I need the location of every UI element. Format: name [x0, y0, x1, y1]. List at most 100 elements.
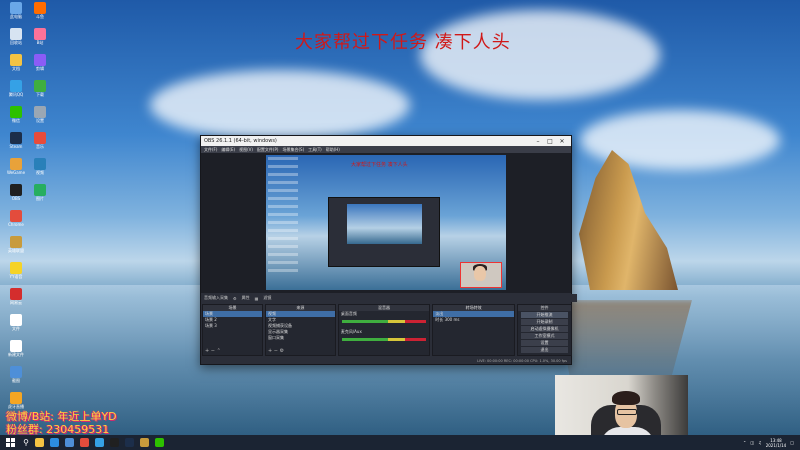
- desktop-icon[interactable]: WeGame: [4, 158, 28, 184]
- network-icon[interactable]: ◫: [750, 440, 754, 445]
- search-icon[interactable]: ⚲: [20, 435, 32, 450]
- desktop-app-icon: [34, 54, 46, 66]
- desktop-app-icon: [10, 210, 22, 222]
- menu-help[interactable]: 帮助(H): [326, 147, 340, 153]
- taskbar-clock[interactable]: 13:48 2021/1/14: [766, 438, 787, 448]
- add-icon[interactable]: +: [268, 348, 272, 354]
- desktop-icon[interactable]: 文件: [4, 314, 28, 340]
- desktop-app-icon: [10, 54, 22, 66]
- desktop-icon[interactable]: 斗鱼: [28, 2, 52, 28]
- close-button[interactable]: ✕: [556, 138, 568, 145]
- desktop-icon-label: Steam: [9, 144, 23, 149]
- minimize-button[interactable]: –: [532, 138, 544, 145]
- chevron-up-icon[interactable]: ⌃: [743, 440, 746, 445]
- desktop-icon[interactable]: B站: [28, 28, 52, 54]
- taskbar-app-chrome[interactable]: [77, 435, 92, 450]
- taskbar-app-steam[interactable]: [122, 435, 137, 450]
- windows-logo-icon: [5, 438, 15, 447]
- desktop-icon[interactable]: 此电脑: [4, 2, 28, 28]
- desktop-icon[interactable]: 下载: [28, 80, 52, 106]
- wallpaper-cloud: [420, 10, 660, 100]
- desktop-icon[interactable]: Chrome: [4, 210, 28, 236]
- up-icon[interactable]: ⌃: [217, 348, 221, 354]
- transition-duration[interactable]: 时长 300 ms: [433, 317, 514, 323]
- desktop-icon-grid: 此电脑 回收站 文档 腾讯QQ 微信 Steam WeGame OBS Chrome 英雄联盟 YY…: [0, 0, 140, 425]
- notification-icon[interactable]: □: [790, 440, 794, 445]
- source-item[interactable]: 窗口采集: [266, 335, 335, 341]
- chrome-icon: [80, 438, 89, 447]
- desktop-app-icon: [34, 28, 46, 40]
- controls-dock-title: 控件: [517, 305, 571, 311]
- preview-nested-canvas: [347, 204, 422, 244]
- start-button[interactable]: [0, 435, 20, 450]
- menu-view[interactable]: 视图(V): [239, 147, 253, 153]
- desktop-app-icon: [10, 236, 22, 248]
- desktop-app-icon: [10, 158, 22, 170]
- exit-button[interactable]: 退出: [520, 347, 568, 353]
- desktop-icon[interactable]: 图片: [28, 184, 52, 210]
- desktop-app-icon: [10, 314, 22, 326]
- desktop-icon[interactable]: 视频: [28, 158, 52, 184]
- obs-window[interactable]: OBS 26.1.1 (64-bit, windows) – □ ✕ 文件(F)…: [200, 135, 577, 365]
- maximize-button[interactable]: □: [544, 138, 556, 145]
- desktop-app-icon: [10, 80, 22, 92]
- obs-titlebar[interactable]: OBS 26.1.1 (64-bit, windows) – □ ✕: [201, 136, 571, 146]
- desktop-icon[interactable]: OBS: [4, 184, 28, 210]
- start-virtual-camera-button[interactable]: 启动虚拟摄像机: [520, 326, 568, 332]
- settings-button[interactable]: 设置: [520, 340, 568, 346]
- desktop-icon-label: 网易云: [10, 300, 22, 305]
- volume-icon[interactable]: ♫: [758, 440, 762, 445]
- desktop-icon[interactable]: 设置: [28, 106, 52, 132]
- file-explorer-icon: [35, 438, 44, 447]
- gear-icon[interactable]: ⚙: [280, 348, 284, 354]
- desktop-icon[interactable]: 剪辑: [28, 54, 52, 80]
- studio-mode-button[interactable]: 工作室模式: [520, 333, 568, 339]
- desktop-icon[interactable]: 新建文件: [4, 340, 28, 366]
- desktop-app-icon: [10, 366, 22, 378]
- duration-label: 时长: [435, 317, 444, 322]
- menu-file[interactable]: 文件(F): [204, 147, 217, 153]
- filters-button[interactable]: 滤镜: [263, 295, 271, 301]
- desktop-icon[interactable]: Steam: [4, 132, 28, 158]
- properties-button[interactable]: 属性: [242, 295, 250, 301]
- start-recording-button[interactable]: 开始录制: [520, 319, 568, 325]
- taskbar-app-obs[interactable]: [107, 435, 122, 450]
- menu-tools[interactable]: 工具(T): [308, 147, 322, 153]
- preview-webcam-source: [460, 262, 502, 288]
- desktop-app-icon: [10, 184, 22, 196]
- desktop-icon[interactable]: 音乐: [28, 132, 52, 158]
- desktop-icon[interactable]: 腾讯QQ: [4, 80, 28, 106]
- duration-value: 300 ms: [444, 317, 460, 322]
- add-icon[interactable]: +: [205, 348, 209, 354]
- menu-scene-collection[interactable]: 场景集合(S): [282, 147, 304, 153]
- start-streaming-button[interactable]: 开始推流: [520, 312, 568, 318]
- taskbar-app-qq[interactable]: [92, 435, 107, 450]
- desktop-icon[interactable]: 回收站: [4, 28, 28, 54]
- sources-dock: 来源 视频 文字 视频捕获设备 显示器采集 窗口采集 + − ⚙: [265, 304, 336, 356]
- menu-edit[interactable]: 编辑(E): [221, 147, 235, 153]
- taskbar-app-file-explorer[interactable]: [32, 435, 47, 450]
- filter-icon[interactable]: ▦: [255, 296, 259, 301]
- menu-profile[interactable]: 配置文件(P): [257, 147, 279, 153]
- desktop-app-icon: [10, 288, 22, 300]
- obs-preview-canvas[interactable]: 大家帮过下任务 凑下人头: [266, 155, 506, 290]
- mixer-dock: 混音器 桌面音频 麦克风/Aux: [337, 304, 431, 356]
- desktop-icon[interactable]: 网易云: [4, 288, 28, 314]
- remove-icon[interactable]: −: [274, 348, 278, 354]
- taskbar-app-store[interactable]: [62, 435, 77, 450]
- desktop-icon[interactable]: 文档: [4, 54, 28, 80]
- webcam-streamer-glasses: [617, 409, 637, 415]
- desktop-icon[interactable]: YY语音: [4, 262, 28, 288]
- desktop-icon[interactable]: 截图: [4, 366, 28, 392]
- taskbar-app-edge[interactable]: [47, 435, 62, 450]
- desktop-icon-label: 截图: [12, 378, 20, 383]
- gear-icon[interactable]: ⚙: [233, 296, 237, 301]
- taskbar-app-wechat[interactable]: [152, 435, 167, 450]
- desktop-icon[interactable]: 微信: [4, 106, 28, 132]
- remove-icon[interactable]: −: [211, 348, 215, 354]
- taskbar-app-game[interactable]: [137, 435, 152, 450]
- scene-item[interactable]: 场景 3: [203, 323, 262, 329]
- desktop-app-icon: [34, 158, 46, 170]
- desktop-icon[interactable]: 英雄联盟: [4, 236, 28, 262]
- desktop-icon-label: 文件: [12, 326, 20, 331]
